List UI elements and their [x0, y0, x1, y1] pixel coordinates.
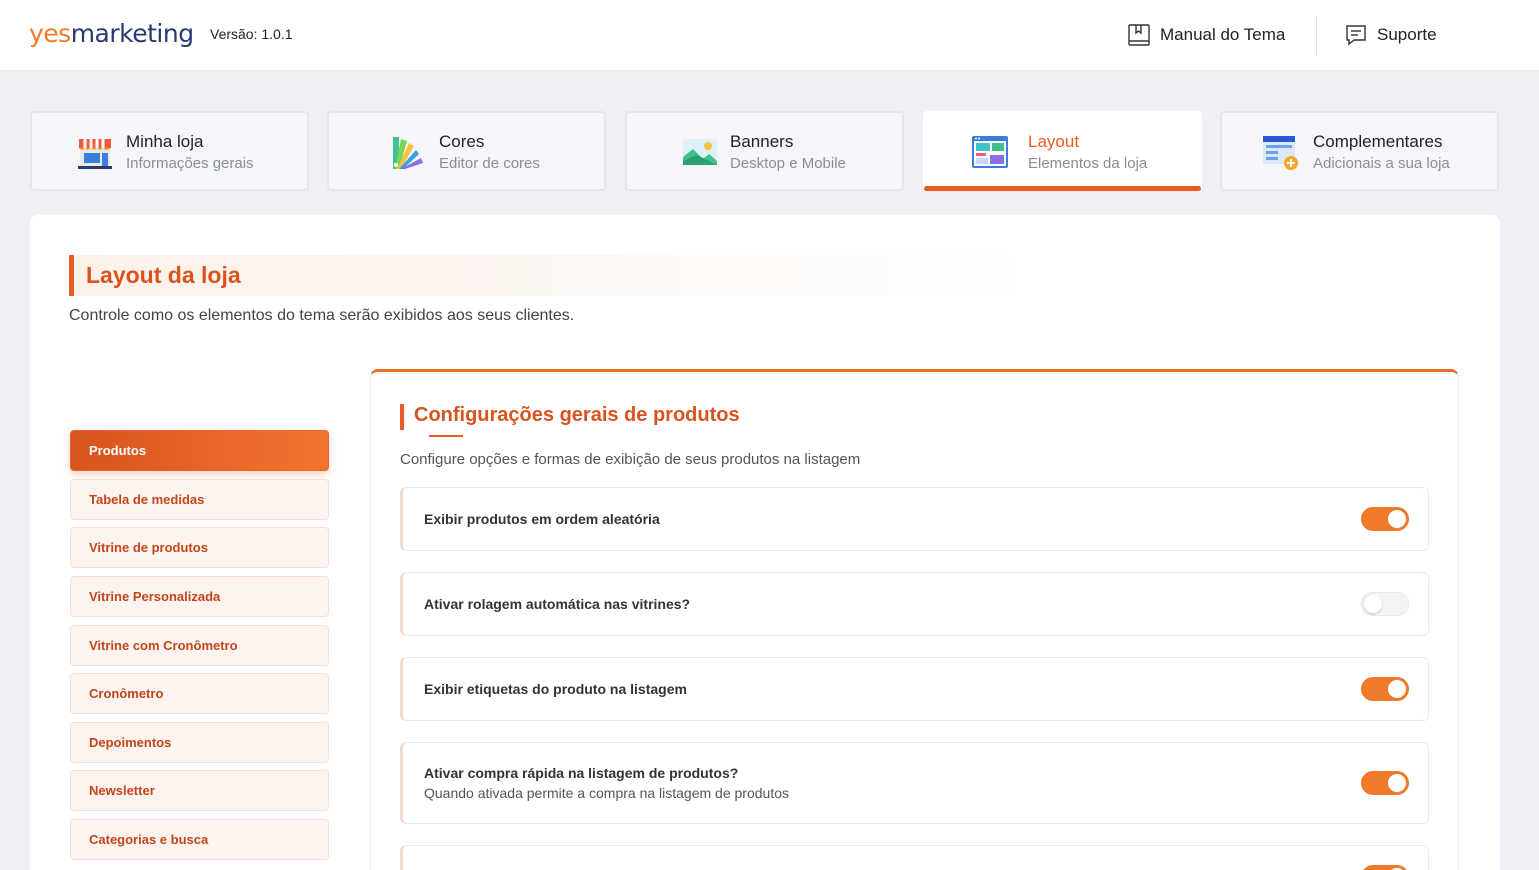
option-label: Exibir etiquetas do produto na listagem	[424, 681, 687, 697]
sidebar-item-cronometro[interactable]: Cronômetro	[70, 673, 329, 714]
tab-title: Complementares	[1313, 132, 1443, 151]
tab-subtitle: Informações gerais	[126, 155, 254, 172]
option-label: Ativar rolagem automática nas vitrines?	[424, 596, 691, 612]
tab-layout[interactable]: Layout Elementos da loja	[923, 111, 1202, 191]
top-bar: yes marketing Versão: 1.0.1 Manual do Tem…	[0, 0, 1539, 71]
option-label: Ativar compra rápida na listagem de prod…	[424, 765, 739, 781]
option-partial	[400, 845, 1429, 870]
support-label: Suporte	[1377, 25, 1437, 44]
manual-label: Manual do Tema	[1160, 25, 1286, 44]
tab-title: Minha loja	[126, 132, 204, 151]
panel-description: Configure opções e formas de exibição de…	[400, 451, 861, 468]
page-description: Controle como os elementos do tema serão…	[69, 307, 575, 324]
top-divider	[1316, 16, 1317, 56]
tab-title: Cores	[439, 132, 485, 151]
add-ons-icon	[1263, 136, 1298, 170]
main-card: Layout da loja Controle como os elemento…	[30, 215, 1500, 870]
tab-subtitle: Adicionais a sua loja	[1313, 155, 1450, 172]
option-quick-buy: Ativar compra rápida na listagem de prod…	[400, 742, 1429, 824]
tab-subtitle: Editor de cores	[439, 155, 540, 172]
tab-subtitle: Elementos da loja	[1028, 155, 1148, 172]
option-auto-scroll: Ativar rolagem automática nas vitrines?	[400, 572, 1429, 636]
option-product-tags: Exibir etiquetas do produto na listagem	[400, 657, 1429, 721]
palette-icon	[393, 137, 423, 169]
quick-buy-toggle[interactable]	[1361, 771, 1409, 795]
random-order-toggle[interactable]	[1361, 507, 1409, 531]
tab-banners[interactable]: Banners Desktop e Mobile	[625, 111, 904, 191]
tab-complementares[interactable]: Complementares Adicionais a sua loja	[1220, 111, 1499, 191]
page-title: Layout da loja	[86, 262, 241, 288]
sidebar-item-newsletter[interactable]: Newsletter	[70, 770, 329, 811]
sidebar-item-vitrine-de-produtos[interactable]: Vitrine de produtos	[70, 527, 329, 568]
panel-title: Configurações gerais de produtos	[400, 404, 740, 430]
sidebar-item-vitrine-com-cronometro[interactable]: Vitrine com Cronômetro	[70, 625, 329, 666]
book-icon	[1128, 24, 1150, 46]
tab-title: Layout	[1028, 132, 1080, 151]
version-label: Versão: 1.0.1	[210, 26, 293, 42]
tab-title: Banners	[730, 132, 794, 151]
tab-minha-loja[interactable]: Minha loja Informações gerais	[30, 111, 309, 191]
option-sublabel: Quando ativada permite a compra na lista…	[424, 785, 789, 801]
image-icon	[683, 139, 717, 165]
sidebar-item-depoimentos[interactable]: Depoimentos	[70, 722, 329, 763]
sidebar-item-categorias-e-busca[interactable]: Categorias e busca	[70, 819, 329, 860]
panel-title-underline	[429, 435, 463, 437]
section-tabs: Minha loja Informações gerais Cores Edit…	[30, 111, 1500, 191]
product-tags-toggle[interactable]	[1361, 677, 1409, 701]
manual-link[interactable]: Manual do Tema	[1127, 20, 1285, 50]
sidebar-item-produtos[interactable]: Produtos	[70, 430, 329, 471]
page-title-bar: Layout da loja	[69, 255, 1029, 296]
sidebar-item-vitrine-personalizada[interactable]: Vitrine Personalizada	[70, 576, 329, 617]
settings-panel: Configurações gerais de produtos Configu…	[370, 369, 1459, 870]
logo-marketing-text: marketing	[70, 18, 194, 48]
sidebar-item-tabela-de-medidas[interactable]: Tabela de medidas	[70, 479, 329, 520]
brand-logo[interactable]: yes marketing	[29, 16, 194, 50]
option-random-order: Exibir produtos em ordem aleatória	[400, 487, 1429, 551]
tab-cores[interactable]: Cores Editor de cores	[327, 111, 606, 191]
layout-icon	[972, 136, 1008, 168]
chat-icon	[1346, 25, 1366, 46]
auto-scroll-toggle[interactable]	[1361, 592, 1409, 616]
support-link[interactable]: Suporte	[1344, 20, 1437, 50]
tab-subtitle: Desktop e Mobile	[730, 155, 846, 172]
option-label: Exibir produtos em ordem aleatória	[424, 511, 660, 527]
partial-option-toggle[interactable]	[1361, 865, 1409, 870]
store-icon	[78, 139, 112, 169]
logo-yes-text: yes	[29, 18, 71, 48]
